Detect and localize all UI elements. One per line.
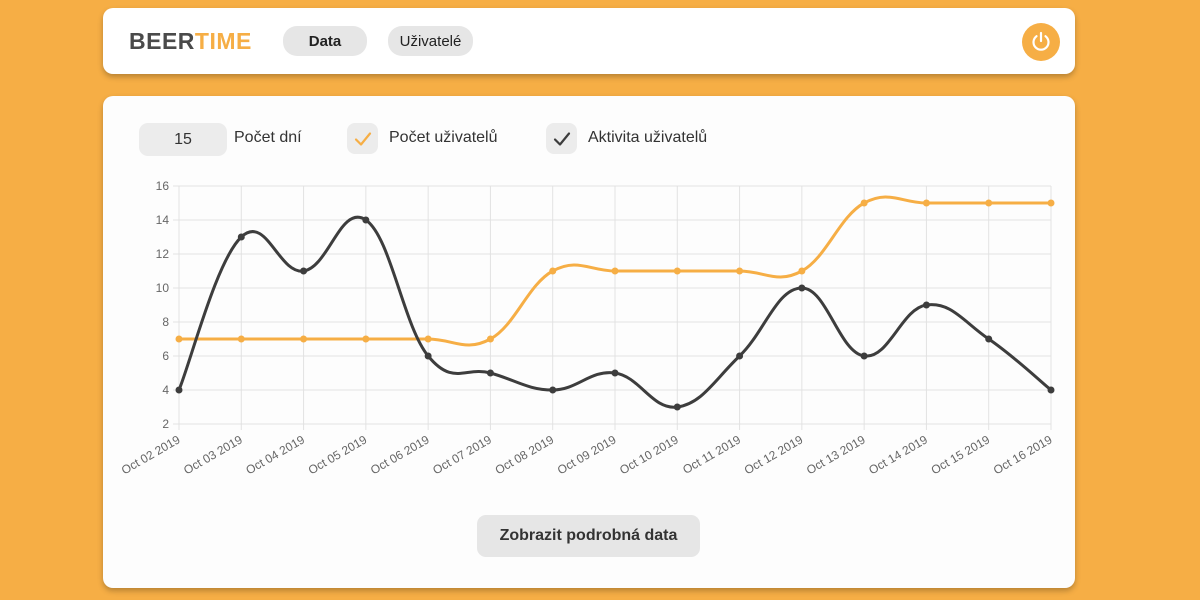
series-point-0: [985, 199, 993, 207]
series-point-1: [1047, 386, 1055, 394]
y-tick-label: 14: [156, 213, 170, 227]
nav-users-button[interactable]: Uživatelé: [388, 26, 473, 56]
x-tick-label: Oct 15 2019: [929, 432, 993, 477]
x-tick-label: Oct 03 2019: [181, 432, 245, 477]
x-tick-label: Oct 13 2019: [804, 432, 868, 477]
series-point-0: [922, 199, 930, 207]
series-point-1: [922, 301, 930, 309]
y-tick-label: 6: [162, 349, 169, 363]
x-tick-label: Oct 05 2019: [306, 432, 370, 477]
y-tick-label: 12: [156, 247, 170, 261]
series-point-0: [362, 335, 370, 343]
series-point-1: [985, 335, 993, 343]
y-tick-label: 16: [156, 179, 170, 193]
series-point-1: [300, 267, 308, 275]
series-point-0: [673, 267, 681, 275]
x-tick-label: Oct 10 2019: [617, 432, 681, 477]
power-button[interactable]: [1022, 23, 1060, 61]
series-point-0: [424, 335, 432, 343]
logo-beer: BEER: [129, 28, 195, 54]
series-point-1: [237, 233, 245, 241]
y-tick-label: 4: [162, 383, 169, 397]
series-point-1: [611, 369, 619, 377]
series-point-1: [549, 386, 557, 394]
x-tick-label: Oct 09 2019: [555, 432, 619, 477]
y-tick-label: 10: [156, 281, 170, 295]
x-tick-label: Oct 04 2019: [243, 432, 307, 477]
main-panel: Počet dní Počet uživatelů Aktivita uživa…: [103, 96, 1075, 588]
series-point-1: [486, 369, 494, 377]
series-point-1: [736, 352, 744, 360]
logo[interactable]: BEERTIME: [129, 28, 252, 55]
power-icon: [1032, 31, 1050, 51]
logo-time: TIME: [194, 28, 252, 54]
series-point-0: [175, 335, 183, 343]
y-tick-label: 8: [162, 315, 169, 329]
series-point-1: [424, 352, 432, 360]
x-tick-label: Oct 08 2019: [493, 432, 557, 477]
x-tick-label: Oct 16 2019: [991, 432, 1055, 477]
series-point-0: [300, 335, 308, 343]
series-point-1: [673, 403, 681, 411]
series-point-0: [860, 199, 868, 207]
series-point-0: [549, 267, 557, 275]
header-bar: BEERTIME Data Uživatelé: [103, 8, 1075, 74]
x-tick-label: Oct 02 2019: [119, 432, 183, 477]
show-detail-button[interactable]: Zobrazit podrobná data: [477, 515, 700, 557]
series-point-0: [798, 267, 806, 275]
series-point-1: [175, 386, 183, 394]
series-point-0: [1047, 199, 1055, 207]
y-tick-label: 2: [162, 417, 169, 431]
series-point-1: [798, 284, 806, 292]
series-point-0: [237, 335, 245, 343]
x-tick-label: Oct 06 2019: [368, 432, 432, 477]
x-tick-label: Oct 11 2019: [680, 432, 743, 477]
x-tick-label: Oct 07 2019: [430, 432, 494, 477]
line-chart: 2 4 6 8 10 12 14 16 Oct 02 2019Oct 03 2019Oct 04…: [119, 179, 1055, 477]
x-tick-label: Oct 12 2019: [742, 432, 806, 477]
series-point-0: [736, 267, 744, 275]
series-point-0: [486, 335, 494, 343]
series-point-0: [611, 267, 619, 275]
nav-data-button[interactable]: Data: [283, 26, 367, 56]
series-point-1: [362, 216, 370, 224]
series-point-1: [860, 352, 868, 360]
x-tick-label: Oct 14 2019: [866, 432, 930, 477]
